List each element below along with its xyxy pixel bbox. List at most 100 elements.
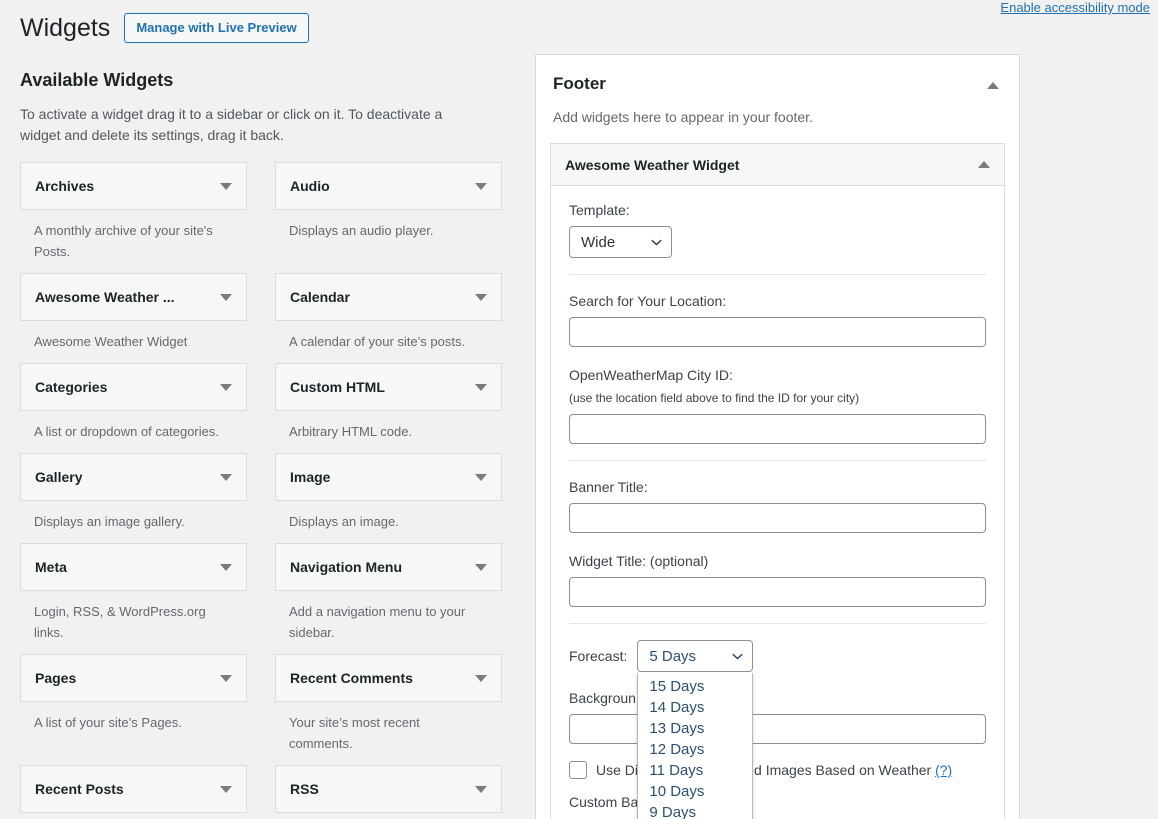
- caret-down-icon[interactable]: [475, 294, 487, 301]
- available-widget-cell: Recent Comments Your site’s most recent c…: [275, 654, 502, 765]
- forecast-label: Forecast:: [569, 646, 627, 666]
- awesome-weather-widget-header[interactable]: Awesome Weather Widget: [551, 144, 1004, 186]
- forecast-option[interactable]: 10 Days: [638, 781, 752, 802]
- forecast-select-wrapper: 5 Days 15 Days14 Days13 Days12 Days11 Da…: [637, 640, 753, 672]
- available-widgets-heading: Available Widgets: [20, 68, 502, 92]
- available-widget-cell: Pages A list of your site’s Pages.: [20, 654, 247, 765]
- available-widget-recent-comments[interactable]: Recent Comments: [275, 654, 502, 702]
- chevron-up-icon-footer-panel[interactable]: [987, 82, 999, 89]
- caret-down-icon[interactable]: [220, 786, 232, 793]
- available-widget-title: Image: [290, 469, 330, 485]
- chevron-down-icon-template: [651, 237, 662, 248]
- available-widget-description: Your site’s most recent comments.: [275, 712, 490, 754]
- available-widget-recent-posts[interactable]: Recent Posts: [20, 765, 247, 813]
- forecast-select[interactable]: 5 Days: [637, 640, 753, 672]
- available-widget-cell: Awesome Weather ... Awesome Weather Widge…: [20, 273, 247, 363]
- available-widget-awesome-weather[interactable]: Awesome Weather ...: [20, 273, 247, 321]
- available-widget-pages[interactable]: Pages: [20, 654, 247, 702]
- forecast-option[interactable]: 12 Days: [638, 739, 752, 760]
- widget-title-label: Widget Title: (optional): [569, 551, 986, 571]
- available-widget-title: Calendar: [290, 289, 350, 305]
- available-widget-categories[interactable]: Categories: [20, 363, 247, 411]
- city-id-label: OpenWeatherMap City ID:: [569, 365, 986, 385]
- available-widget-description: Awesome Weather Widget: [20, 331, 235, 352]
- page-header: Widgets Manage with Live Preview: [20, 12, 309, 44]
- custom-background-label: Custom Ba: [569, 792, 986, 812]
- banner-title-label: Banner Title:: [569, 477, 986, 497]
- available-widgets-section: Available Widgets To activate a widget d…: [20, 68, 502, 819]
- caret-down-icon[interactable]: [475, 474, 487, 481]
- available-widget-cell: Navigation MenuAdd a navigation menu to …: [275, 543, 502, 654]
- use-different-images-checkbox[interactable]: [569, 761, 587, 779]
- available-widget-title: Gallery: [35, 469, 82, 485]
- template-select-value: Wide: [581, 234, 615, 251]
- available-widget-audio[interactable]: Audio: [275, 162, 502, 210]
- forecast-option[interactable]: 13 Days: [638, 718, 752, 739]
- caret-down-icon[interactable]: [475, 786, 487, 793]
- forecast-select-value: 5 Days: [649, 648, 696, 665]
- forecast-option[interactable]: 15 Days: [638, 676, 752, 697]
- available-widget-rss[interactable]: RSS: [275, 765, 502, 813]
- widget-title-input[interactable]: [569, 577, 986, 607]
- city-id-input[interactable]: [569, 414, 986, 444]
- available-widget-cell: Calendar A calendar of your site’s posts.: [275, 273, 502, 363]
- banner-title-input[interactable]: [569, 503, 986, 533]
- caret-down-icon[interactable]: [475, 564, 487, 571]
- forecast-row: Forecast: 5 Days 15 Days14 Days13 Days12…: [569, 640, 986, 672]
- available-widget-meta[interactable]: Meta: [20, 543, 247, 591]
- caret-down-icon[interactable]: [475, 183, 487, 190]
- available-widget-description: Displays an image gallery.: [20, 511, 235, 532]
- available-widget-title: RSS: [290, 781, 319, 797]
- available-widget-description: A calendar of your site’s posts.: [275, 331, 490, 352]
- template-select[interactable]: Wide: [569, 226, 672, 258]
- caret-down-icon[interactable]: [475, 384, 487, 391]
- search-location-input[interactable]: [569, 317, 986, 347]
- caret-down-icon[interactable]: [475, 675, 487, 682]
- available-widget-description: A list or dropdown of categories.: [20, 421, 235, 442]
- page-title: Widgets: [20, 12, 110, 44]
- use-different-images-label-start: Use Di: [596, 762, 638, 778]
- widgets-admin-page: Enable accessibility mode Widgets Manage…: [0, 0, 1158, 819]
- available-widget-gallery[interactable]: Gallery: [20, 453, 247, 501]
- footer-panel-title: Footer: [553, 73, 1002, 95]
- caret-down-icon[interactable]: [220, 564, 232, 571]
- caret-down-icon[interactable]: [220, 294, 232, 301]
- enable-accessibility-mode-link[interactable]: Enable accessibility mode: [1000, 0, 1150, 16]
- manage-with-live-preview-button[interactable]: Manage with Live Preview: [124, 13, 308, 43]
- divider-1: [569, 274, 986, 275]
- forecast-option[interactable]: 11 Days: [638, 760, 752, 781]
- forecast-options-dropdown[interactable]: 15 Days14 Days13 Days12 Days11 Days10 Da…: [637, 673, 753, 819]
- available-widget-title: Categories: [35, 379, 107, 395]
- chevron-up-icon-weather-widget[interactable]: [978, 161, 990, 168]
- available-widget-calendar[interactable]: Calendar: [275, 273, 502, 321]
- help-link[interactable]: (?): [935, 762, 952, 778]
- available-widget-cell: Custom HTML Arbitrary HTML code.: [275, 363, 502, 453]
- available-widget-description: Login, RSS, & WordPress.org links.: [20, 601, 235, 643]
- chevron-down-icon-forecast: [732, 651, 743, 662]
- available-widget-title: Recent Posts: [35, 781, 124, 797]
- caret-down-icon[interactable]: [220, 675, 232, 682]
- caret-down-icon[interactable]: [220, 384, 232, 391]
- available-widget-description: A list of your site’s Pages.: [20, 712, 235, 733]
- caret-down-icon[interactable]: [220, 474, 232, 481]
- caret-down-icon[interactable]: [220, 183, 232, 190]
- divider-2: [569, 460, 986, 461]
- forecast-option[interactable]: 14 Days: [638, 697, 752, 718]
- city-id-hint: (use the location field above to find th…: [569, 389, 986, 407]
- available-widget-cell: RSS: [275, 765, 502, 819]
- awesome-weather-widget-card: Awesome Weather Widget Template: Wide Se…: [550, 143, 1005, 819]
- background-label: Backgroun: [569, 688, 986, 708]
- available-widget-title: Pages: [35, 670, 76, 686]
- available-widget-navigation-menu[interactable]: Navigation Menu: [275, 543, 502, 591]
- available-widget-archives[interactable]: Archives: [20, 162, 247, 210]
- available-widget-description: Arbitrary HTML code.: [275, 421, 490, 442]
- available-widget-cell: AudioDisplays an audio player.: [275, 162, 502, 273]
- divider-3: [569, 623, 986, 624]
- available-widget-custom-html[interactable]: Custom HTML: [275, 363, 502, 411]
- forecast-option[interactable]: 9 Days: [638, 802, 752, 819]
- available-widget-cell: Categories A list or dropdown of categori…: [20, 363, 247, 453]
- available-widget-image[interactable]: Image: [275, 453, 502, 501]
- available-widget-cell: Recent Posts: [20, 765, 247, 819]
- background-input[interactable]: [569, 714, 986, 744]
- available-widget-description: Displays an image.: [275, 511, 490, 532]
